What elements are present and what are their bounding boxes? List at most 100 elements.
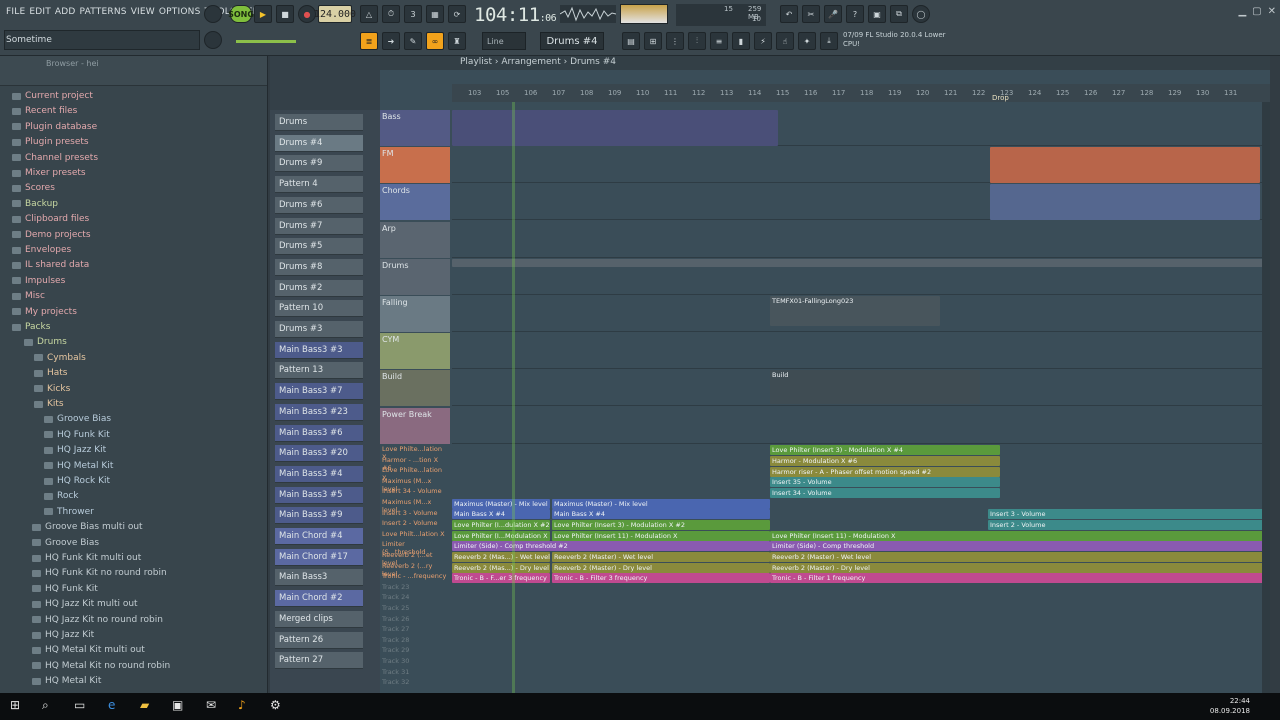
browser-item[interactable]: Thrower — [44, 505, 94, 519]
automation-clip[interactable]: Tronic - B - Filter 1 frequency — [770, 573, 1268, 583]
start-icon[interactable]: ⊞ — [10, 698, 20, 712]
automation-clip[interactable]: Reeverb 2 (Mas...) - Dry level — [452, 563, 550, 573]
vertical-scrollbar[interactable] — [1262, 102, 1270, 693]
breadcrumb-pattern[interactable]: Drums #4 — [570, 57, 616, 67]
cut-icon[interactable]: ✂ — [802, 5, 820, 23]
track-header[interactable]: Power Break — [380, 407, 450, 444]
mixer-view-icon[interactable]: ⫶ — [688, 32, 706, 50]
task-view-icon[interactable]: ▭ — [74, 698, 85, 712]
browser-item[interactable]: HQ Jazz Kit no round robin — [32, 613, 163, 627]
pattern-item[interactable]: Main Bass3 #4 — [275, 465, 363, 483]
track-lane[interactable] — [452, 222, 1270, 258]
pattern-item[interactable]: Drums #5 — [275, 238, 363, 256]
pattern-item[interactable]: Drums #8 — [275, 258, 363, 276]
system-clock[interactable]: 22:44 08.09.2018 — [1210, 696, 1250, 716]
browser-item[interactable]: Groove Bias multi out — [32, 520, 143, 534]
browser-item[interactable]: Current project — [12, 89, 93, 103]
automation-clip[interactable]: Love Philter (I...Modulation X — [452, 531, 550, 541]
browser-item[interactable]: HQ Funk Kit — [44, 428, 110, 442]
browser-item[interactable]: Groove Bias — [44, 412, 111, 426]
browser-item[interactable]: HQ Metal Kit — [44, 459, 113, 473]
stamp-icon[interactable]: ♜ — [448, 32, 466, 50]
step-edit-icon[interactable]: ▦ — [426, 5, 444, 23]
pattern-item[interactable]: Drums #7 — [275, 217, 363, 235]
pattern-item[interactable]: Drums #4 — [275, 134, 363, 152]
track-lane[interactable] — [452, 333, 1270, 370]
news-panel[interactable]: 07/09 FL Studio 20.0.4 Lower CPU! — [843, 31, 953, 51]
automation-track-header[interactable]: Track 27 — [380, 625, 450, 635]
automation-clip[interactable]: Love Philter (Insert 3) - Modulation X #… — [552, 520, 770, 530]
search-icon[interactable]: ⌕ — [42, 698, 49, 713]
pattern-item[interactable]: Main Bass3 — [275, 569, 363, 587]
browser-item[interactable]: Backup — [12, 197, 58, 211]
automation-clip[interactable]: Tronic - B - Filter 3 frequency — [552, 573, 770, 583]
automation-track-header[interactable]: Reeverb 2 (...et level — [380, 551, 450, 567]
browser-item[interactable]: Kicks — [34, 382, 70, 396]
track-header[interactable]: FM — [380, 147, 450, 184]
browser-item[interactable]: Hats — [34, 366, 68, 380]
mixer-icon[interactable]: ⧉ — [890, 5, 908, 23]
settings-icon[interactable]: ⚙ — [270, 698, 281, 712]
automation-clip[interactable]: Reeverb 2 (Master) - Dry level — [552, 563, 770, 573]
undo-icon[interactable]: ↶ — [780, 5, 798, 23]
automation-clip[interactable]: Tronic - B - F...er 3 frequency — [452, 573, 550, 583]
pattern-item[interactable]: Main Chord #2 — [275, 590, 363, 608]
automation-track-header[interactable]: Love Philte...lation X — [380, 466, 450, 482]
browser-toggle-icon[interactable]: ≡ — [710, 32, 728, 50]
play-icon[interactable]: ▶ — [254, 5, 272, 23]
metronome-icon[interactable]: △ — [360, 5, 378, 23]
automation-track-header[interactable]: Maximus (M...x level — [380, 477, 450, 493]
browser-item[interactable]: Misc — [12, 289, 45, 303]
track-header[interactable]: Chords — [380, 184, 450, 221]
automation-clip[interactable]: Harmor - Modulation X #6 — [770, 456, 1000, 466]
browser-item[interactable]: IL shared data — [12, 258, 89, 272]
automation-track-header[interactable]: Tronic - ...frequency — [380, 572, 450, 582]
playhead[interactable] — [512, 102, 515, 693]
track-header[interactable]: Drums — [380, 258, 450, 295]
browser-item[interactable]: HQ Metal Kit no round robin — [32, 659, 170, 673]
automation-clip[interactable]: Main Bass X #4 — [452, 509, 550, 519]
channel-rack-icon[interactable]: ▤ — [622, 32, 640, 50]
automation-clip[interactable]: Love Philter (I...dulation X #2 — [452, 520, 550, 530]
browser-item[interactable]: Packs — [12, 320, 50, 334]
menu-patterns[interactable]: PATTERNS — [78, 5, 129, 19]
browser-item[interactable]: HQ Funk Kit no round robin — [32, 566, 167, 580]
pattern-item[interactable]: Pattern 10 — [275, 300, 363, 318]
browser-item[interactable]: Cymbals — [34, 351, 86, 365]
pattern-item[interactable]: Pattern 13 — [275, 362, 363, 380]
plug-icon[interactable]: ⚡ — [754, 32, 772, 50]
piano-roll-icon[interactable]: ⊞ — [644, 32, 662, 50]
browser-item[interactable]: Recent files — [12, 104, 77, 118]
browser-item[interactable]: Clipboard files — [12, 212, 89, 226]
browser-item[interactable]: HQ Jazz Kit multi out — [32, 597, 138, 611]
countdown-icon[interactable]: 3 — [404, 5, 422, 23]
automation-clip[interactable]: Insert 2 - Volume — [988, 520, 1268, 530]
step-seq-icon[interactable]: ⋮ — [666, 32, 684, 50]
mic-icon[interactable]: 🎤 — [824, 5, 842, 23]
browser-item[interactable]: Envelopes — [12, 243, 71, 257]
automation-clip[interactable]: Love Philter (Insert 11) - Modulation X — [770, 531, 1268, 541]
pattern-item[interactable]: Pattern 26 — [275, 631, 363, 649]
minimize-icon[interactable]: ▁ — [1238, 6, 1246, 17]
pattern-item[interactable]: Main Chord #4 — [275, 528, 363, 545]
pattern-item[interactable]: Pattern 4 — [275, 176, 363, 194]
chords-pattern-clip[interactable] — [990, 184, 1260, 220]
browser-item[interactable]: Mixer presets — [12, 166, 86, 180]
download-icon[interactable]: ⤓ — [820, 32, 838, 50]
automation-clip[interactable]: Limiter (Side) - Comp threshold — [770, 541, 1268, 551]
track-header[interactable]: Build — [380, 370, 450, 407]
pattern-item[interactable]: Pattern 27 — [275, 652, 363, 670]
pattern-item[interactable]: Main Chord #17 — [275, 548, 363, 566]
automation-clip[interactable]: Reeverb 2 (Master) - Wet level — [552, 552, 770, 562]
browser-item[interactable]: HQ Metal Kit multi out — [32, 643, 145, 657]
automation-track-header[interactable]: Reeverb 2 (...ry level — [380, 562, 450, 578]
browser-item[interactable]: Rock — [44, 489, 79, 503]
drop-marker[interactable]: Drop — [992, 94, 1009, 102]
track-header[interactable]: Falling — [380, 296, 450, 332]
loop-record-icon[interactable]: ⟳ — [448, 5, 466, 23]
close-icon[interactable]: ✕ — [1268, 6, 1276, 17]
pattern-item[interactable]: Main Bass3 #5 — [275, 486, 363, 504]
pattern-item[interactable]: Main Bass3 #9 — [275, 507, 363, 525]
plugin-db-icon[interactable]: ▮ — [732, 32, 750, 50]
drums-pattern-clip[interactable] — [452, 259, 1270, 267]
